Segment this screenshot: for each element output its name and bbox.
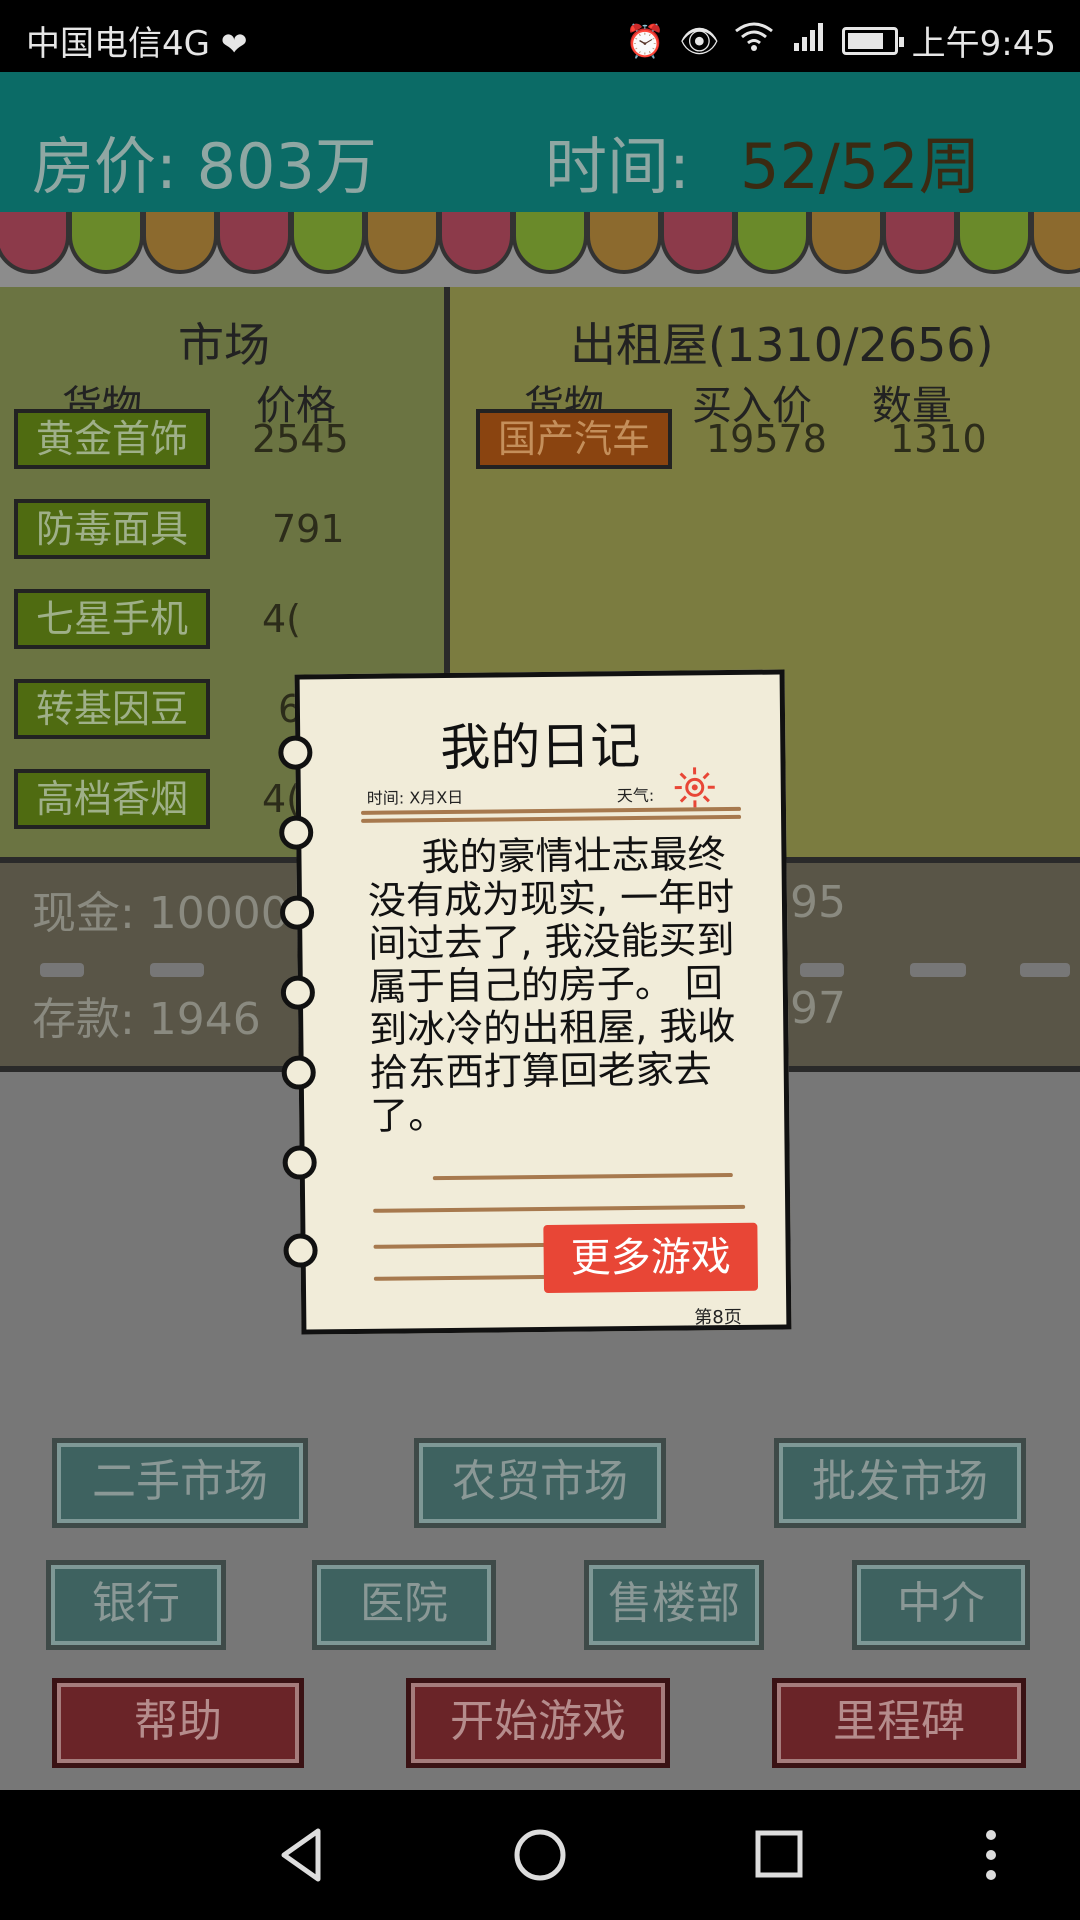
awning-scallop	[438, 212, 514, 274]
paper-rule	[373, 1274, 554, 1281]
status-icons: ⏰ 👁 上午9:45	[625, 16, 1056, 65]
road-dash	[1020, 963, 1070, 977]
road-dash	[910, 963, 966, 977]
house-price: 房价: 803万	[32, 130, 377, 203]
rental-buy-price: 19578	[706, 417, 827, 461]
recents-icon[interactable]	[754, 1825, 804, 1885]
sales-office-button[interactable]: 售楼部	[584, 1560, 764, 1650]
cash-right-value: 95	[790, 877, 846, 928]
milestone-button[interactable]: 里程碑	[772, 1678, 1026, 1768]
help-button[interactable]: 帮助	[52, 1678, 304, 1768]
home-icon[interactable]	[510, 1825, 570, 1885]
awning-scallop	[512, 212, 588, 274]
heart-monitor-icon: ❤	[220, 25, 248, 63]
eye-icon: 👁	[679, 21, 720, 60]
market-price: 4(	[262, 597, 302, 641]
market-item-gas-mask[interactable]: 防毒面具	[14, 499, 210, 559]
market-item-gold-jewelry[interactable]: 黄金首饰	[14, 409, 210, 469]
battery-icon	[841, 26, 904, 55]
carrier-label: 中国电信4G	[26, 24, 210, 64]
spiral-ring	[282, 1145, 317, 1180]
spiral-ring	[280, 975, 316, 1010]
paper-rule	[373, 1242, 554, 1249]
market-item-cigarettes[interactable]: 高档香烟	[14, 769, 210, 829]
shop-awning	[0, 212, 1080, 292]
market-price: 791	[272, 507, 345, 551]
rental-item-car[interactable]: 国产汽车	[476, 409, 672, 469]
diary-text: 我的豪情壮志最终没有成为现实, 一年时间过去了, 我没能买到属于自己的房子。 回…	[367, 832, 736, 1138]
time-value: 52/52周	[740, 130, 981, 203]
awning-scallop	[586, 212, 662, 274]
awning-scallop	[734, 212, 810, 274]
diary-time: 时间: X月X日	[366, 787, 464, 808]
deposit-label: 存款: 1946	[32, 994, 261, 1045]
market-item-gmo-beans[interactable]: 转基因豆	[14, 679, 210, 739]
agency-button[interactable]: 中介	[852, 1560, 1030, 1650]
start-game-button[interactable]: 开始游戏	[406, 1678, 670, 1768]
spiral-ring	[281, 1055, 316, 1090]
navigation-bar	[0, 1790, 1080, 1920]
sun-icon	[674, 767, 715, 808]
signal-4g-icon	[788, 21, 828, 61]
awning-scallop	[1030, 212, 1080, 274]
awning-scallop	[956, 212, 1032, 274]
farmers-market-button[interactable]: 农贸市场	[414, 1438, 666, 1528]
time-label: 时间:	[545, 130, 690, 203]
deposit-right-value: 97	[790, 983, 846, 1034]
second-hand-market-button[interactable]: 二手市场	[52, 1438, 308, 1528]
game-header: 房价: 803万 时间: 52/52周	[0, 72, 1080, 222]
carrier-area: 中国电信4G ❤	[26, 16, 248, 65]
market-item-phone[interactable]: 七星手机	[14, 589, 210, 649]
spiral-ring	[283, 1233, 318, 1268]
awning-scallop	[364, 212, 440, 274]
alarm-icon: ⏰	[625, 21, 666, 60]
wholesale-market-button[interactable]: 批发市场	[774, 1438, 1026, 1528]
wifi-icon	[734, 21, 774, 61]
road-dash	[150, 963, 204, 977]
paper-rule	[432, 1173, 733, 1181]
awning-scallop	[68, 212, 144, 274]
clock: 上午9:45	[911, 24, 1056, 64]
paper-rule	[373, 1204, 746, 1213]
awning-scallop	[882, 212, 958, 274]
cash-label: 现金: 10000	[32, 888, 289, 939]
market-title: 市场	[178, 318, 270, 372]
status-bar: 中国电信4G ❤ ⏰ 👁 上午9:45	[0, 0, 1080, 72]
hospital-button[interactable]: 医院	[312, 1560, 496, 1650]
awning-scallop	[216, 212, 292, 274]
awning-scallop	[142, 212, 218, 274]
more-games-button[interactable]: 更多游戏	[543, 1222, 759, 1294]
game-screen: 房价: 803万 时间: 52/52周 市场 货物 价格 黄金首饰 2545 防…	[0, 72, 1080, 1790]
spiral-ring	[279, 815, 314, 850]
back-icon[interactable]	[276, 1825, 326, 1885]
spiral-ring	[279, 895, 315, 930]
road-dash	[40, 963, 84, 977]
awning-scallop	[808, 212, 884, 274]
diary-dialog: 我的日记 时间: X月X日 天气: 我的豪情壮志最终没有成为现实, 一年时间过去…	[278, 669, 792, 1335]
bank-button[interactable]: 银行	[46, 1560, 226, 1650]
awning-scallop	[0, 212, 70, 274]
awning-scallop	[290, 212, 366, 274]
rental-title: 出租屋(1310/2656)	[570, 318, 994, 372]
paper-rule	[361, 814, 742, 823]
market-price: 2545	[252, 417, 349, 461]
awning-scallop	[660, 212, 736, 274]
rental-quantity: 1310	[890, 417, 987, 461]
page-number: 第8页	[694, 1306, 742, 1329]
more-options-icon[interactable]	[976, 1825, 1006, 1885]
road-dash	[800, 963, 844, 977]
diary-weather-label: 天气:	[616, 785, 655, 806]
